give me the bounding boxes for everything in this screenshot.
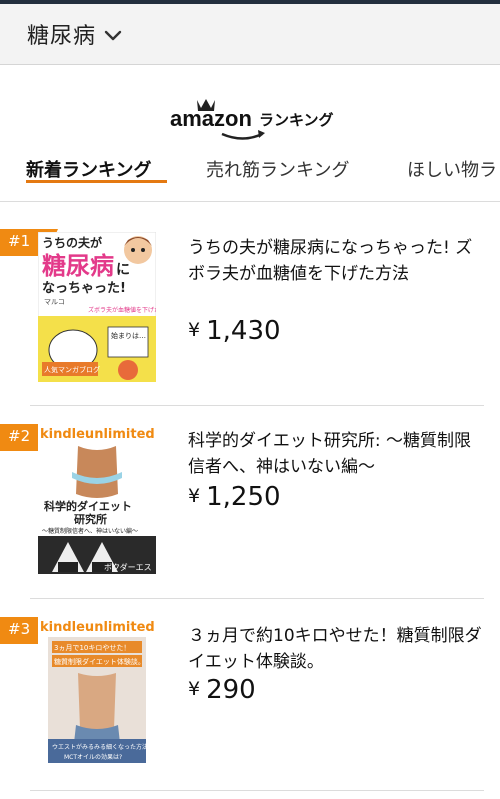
svg-text:3ヵ月で10キロやせた！: 3ヵ月で10キロやせた！ <box>54 644 130 652</box>
svg-text:なっちゃった!: なっちゃった! <box>42 281 126 296</box>
svg-text:に: に <box>116 262 130 278</box>
svg-text:人気マンガブログ: 人気マンガブログ <box>44 365 100 374</box>
ranking-item[interactable]: #2 kindleunlimited 科学的ダイエット 研究所 〜糖質制限信者へ… <box>0 406 500 606</box>
svg-text:kindleunlimited: kindleunlimited <box>40 620 155 635</box>
tab-new-releases[interactable]: 新着ランキング <box>26 156 151 182</box>
svg-text:MCTオイルの効果は?: MCTオイルの効果は? <box>64 753 122 761</box>
tabs-divider <box>0 201 500 202</box>
svg-text:糖尿病: 糖尿病 <box>42 252 114 280</box>
svg-text:ウエストがみるみる細くなった方法: ウエストがみるみる細くなった方法 <box>52 743 148 751</box>
ranking-wordmark: ランキング <box>259 111 334 129</box>
chevron-down-icon[interactable] <box>104 27 122 46</box>
svg-text:ボクダーエス: ボクダーエス <box>104 562 152 572</box>
category-header[interactable]: 糖尿病 <box>0 4 500 65</box>
item-price: ¥290 <box>188 675 256 705</box>
book-cover[interactable]: kindleunlimited 3ヵ月で10キロやせた！ 糖質制限ダイエット体験… <box>38 617 156 767</box>
item-title[interactable]: 科学的ダイエット研究所: 〜糖質制限信者へ、神はいない編〜 <box>188 428 483 480</box>
item-divider <box>30 790 484 791</box>
svg-text:〜糖質制限信者へ、神はいない編〜: 〜糖質制限信者へ、神はいない編〜 <box>42 527 138 535</box>
book-cover[interactable]: うちの夫が 糖尿病 に なっちゃった! マルコ ズボラ夫が血糖値を下げた方法 始… <box>38 232 156 382</box>
amazon-ranking-logo: amazon ランキング <box>0 96 500 146</box>
ranking-item[interactable]: #1 うちの夫が 糖尿病 に なっちゃった! マルコ ズボラ夫が血糖値を下げた方… <box>0 205 500 405</box>
ranking-tabs: 新着ランキング 売れ筋ランキング ほしい物ラ <box>0 150 500 190</box>
svg-text:うちの夫が: うちの夫が <box>42 235 102 250</box>
active-tab-indicator <box>26 180 167 183</box>
category-title: 糖尿病 <box>27 24 97 49</box>
svg-text:科学的ダイエット: 科学的ダイエット <box>44 499 132 513</box>
tab-best-sellers[interactable]: 売れ筋ランキング <box>206 156 349 182</box>
tab-wishlist[interactable]: ほしい物ラ <box>407 156 497 182</box>
item-price: ¥1,430 <box>188 316 281 346</box>
svg-text:kindleunlimited: kindleunlimited <box>40 427 155 442</box>
amazon-wordmark: amazon <box>170 106 252 131</box>
item-title[interactable]: うちの夫が糖尿病になっちゃった! ズボラ夫が血糖値を下げた方法 <box>188 235 483 287</box>
svg-text:始まりは…: 始まりは… <box>111 331 146 340</box>
item-price: ¥1,250 <box>188 482 281 512</box>
svg-text:糖質制限ダイエット体験談。: 糖質制限ダイエット体験談。 <box>54 657 145 666</box>
smile-arrow-icon <box>221 132 263 140</box>
ranking-item[interactable]: #3 kindleunlimited 3ヵ月で10キロやせた！ 糖質制限ダイエッ… <box>0 599 500 799</box>
svg-text:研究所: 研究所 <box>74 512 107 526</box>
book-cover[interactable]: kindleunlimited 科学的ダイエット 研究所 〜糖質制限信者へ、神は… <box>38 424 156 574</box>
svg-text:ズボラ夫が血糖値を下げた方法: ズボラ夫が血糖値を下げた方法 <box>88 306 156 314</box>
item-title[interactable]: ３ヵ月で約10キロやせた！糖質制限ダイエット体験談。 <box>188 623 483 675</box>
svg-text:マルコ: マルコ <box>44 298 65 306</box>
